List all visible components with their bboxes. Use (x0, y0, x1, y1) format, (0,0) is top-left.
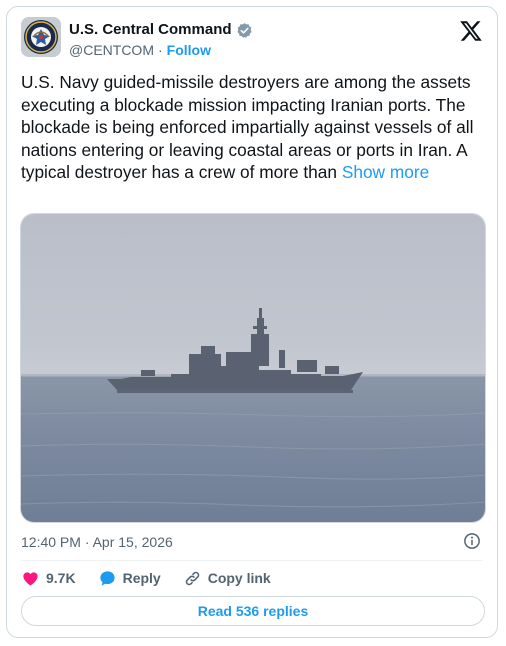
tweet-text: U.S. Navy guided-missile destroyers are … (21, 71, 487, 184)
reply-bubble-icon (99, 570, 115, 586)
reply-label: Reply (122, 570, 161, 586)
read-replies-label: Read 536 replies (197, 603, 309, 619)
tweet-actions: 9.7K Reply Copy link (21, 567, 293, 589)
like-button[interactable]: 9.7K (21, 569, 76, 588)
link-icon (185, 571, 199, 585)
destroyer-photo (21, 214, 485, 522)
follow-button[interactable]: Follow (167, 41, 211, 59)
author-handle-row: @CENTCOM · Follow (69, 41, 211, 59)
reply-button[interactable]: Reply (98, 569, 161, 588)
divider (21, 560, 483, 561)
separator-dot: · (157, 42, 163, 58)
copy-link-button[interactable]: Copy link (183, 569, 271, 588)
author-handle[interactable]: @CENTCOM (69, 41, 154, 59)
show-more-link[interactable]: Show more (342, 162, 429, 182)
like-count: 9.7K (46, 570, 76, 586)
heart-icon (23, 571, 38, 586)
copy-link-label: Copy link (207, 570, 271, 586)
x-logo-icon[interactable] (459, 19, 483, 43)
avatar[interactable] (21, 17, 61, 57)
author-display-name[interactable]: U.S. Central Command (69, 21, 232, 39)
timestamp-text[interactable]: 12:40 PM · Apr 15, 2026 (21, 533, 173, 551)
verified-badge-icon (236, 22, 253, 39)
read-replies-button[interactable]: Read 536 replies (21, 596, 485, 626)
tweet-timestamp[interactable]: 12:40 PM · Apr 15, 2026 (21, 533, 173, 551)
author-name-row: U.S. Central Command (69, 21, 253, 39)
tweet-card: U.S. Central Command @CENTCOM · Follow U… (6, 6, 498, 638)
info-icon[interactable] (463, 532, 481, 550)
tweet-media-image[interactable] (20, 213, 486, 523)
centcom-seal-icon (21, 17, 61, 57)
